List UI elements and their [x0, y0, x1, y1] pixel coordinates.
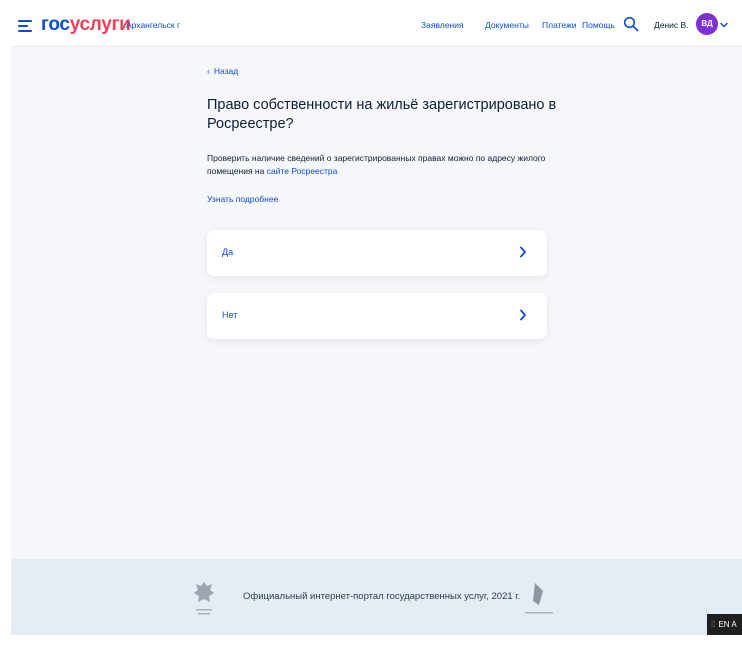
footer-text: Официальный интернет-портал государствен…	[243, 591, 521, 602]
learn-more-link[interactable]: Узнать подробнее	[207, 194, 278, 204]
option-yes-label: Да	[222, 247, 234, 257]
option-no[interactable]: Нет	[207, 293, 547, 339]
language-label: EN A	[718, 620, 737, 629]
option-no-label: Нет	[222, 310, 238, 320]
search-icon[interactable]	[623, 16, 639, 32]
gosuslugi-logo[interactable]: госуслуги	[41, 14, 131, 36]
menu-icon[interactable]	[18, 20, 32, 32]
mintsifry-emblem-icon	[194, 582, 214, 615]
nav-documents[interactable]: Документы	[485, 20, 529, 30]
nav-applications[interactable]: Заявления	[421, 20, 464, 30]
chevron-down-icon[interactable]	[719, 20, 729, 30]
keyboard-icon: ⁞⁞	[711, 620, 716, 629]
user-name[interactable]: Денис В.	[654, 20, 689, 30]
rostelecom-logo-icon	[525, 583, 553, 614]
nav-payments[interactable]: Платежи	[542, 20, 576, 30]
city-selector[interactable]: Архангельск г	[126, 20, 180, 30]
language-indicator[interactable]: ⁞⁞ EN A	[707, 614, 742, 635]
chevron-right-icon	[520, 309, 526, 321]
option-yes[interactable]: Да	[207, 230, 547, 276]
logo-part-uslugi: услуги	[69, 14, 131, 35]
rosreestr-link[interactable]: сайте Росреестра	[267, 166, 338, 176]
description-text: Проверить наличие сведений о зарегистрир…	[207, 153, 546, 176]
logo-part-gos: гос	[41, 14, 70, 35]
description: Проверить наличие сведений о зарегистрир…	[207, 152, 567, 178]
header: госуслуги Архангельск г Заявления Докуме…	[11, 6, 742, 47]
chevron-left-icon: ‹	[207, 66, 210, 76]
avatar[interactable]: ВД	[696, 13, 718, 35]
chevron-right-icon	[520, 246, 526, 258]
page-title: Право собственности на жильё зарегистрир…	[207, 97, 557, 132]
nav-help[interactable]: Помощь	[582, 20, 615, 30]
footer: Официальный интернет-портал государствен…	[11, 559, 742, 635]
back-link[interactable]: ‹ Назад	[207, 66, 238, 76]
back-label: Назад	[213, 66, 239, 76]
page: госуслуги Архангельск г Заявления Докуме…	[11, 6, 742, 635]
